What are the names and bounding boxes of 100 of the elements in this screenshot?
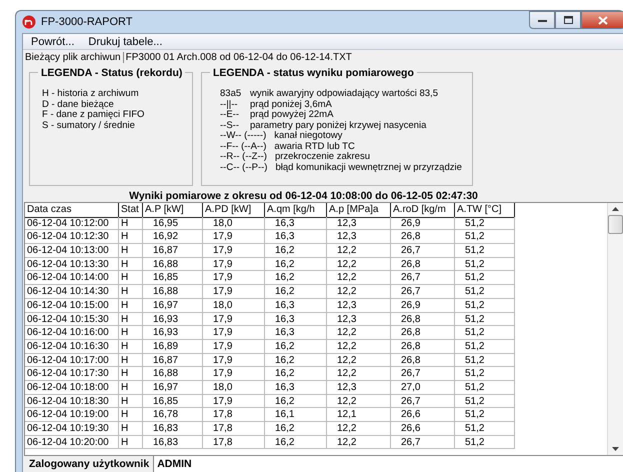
table-cell: 12,2 [327, 436, 391, 450]
close-button[interactable] [581, 11, 623, 29]
table-cell: 12,2 [327, 394, 391, 408]
table-cell: 51,2 [455, 298, 515, 312]
column-header[interactable]: Data czas [25, 203, 119, 218]
minimize-icon [538, 17, 546, 23]
table-cell: 26,7 [391, 394, 455, 408]
table-cell: 06-12-04 10:16:00 [25, 326, 119, 340]
legend-code: --C-- (--P--) [220, 162, 268, 173]
legend-code: --||-- [220, 100, 239, 110]
menu-item[interactable]: Drukuj tabele... [88, 36, 162, 48]
column-header[interactable]: A.p [MPa]a [327, 203, 391, 218]
table-cell: 16,3 [265, 380, 327, 395]
table-cell: 51,2 [455, 258, 515, 272]
table-cell: 51,2 [455, 326, 515, 340]
status-label: Zalogowany użytkownik [28, 458, 150, 470]
legend-description: prąd powyżej 22mA [250, 110, 334, 120]
maximize-icon [564, 16, 572, 24]
legend-description: przekroczenie zakresu [274, 152, 370, 162]
table-cell: 16,2 [265, 340, 327, 354]
table-cell: H [119, 422, 143, 436]
table-cell: 16,3 [265, 230, 327, 244]
column-header[interactable]: A.P [kW] [143, 203, 203, 218]
table-cell: 18,0 [203, 380, 265, 395]
table-cell: 26,8 [391, 354, 455, 368]
table-cell: 06-12-04 10:15:00 [25, 298, 119, 312]
close-icon [598, 16, 608, 24]
table-cell: 16,3 [265, 298, 327, 312]
legend-description: awaria RTD lub TC [274, 142, 355, 152]
window-title: FP-3000-RAPORT [41, 16, 132, 28]
table-cell: 17,9 [203, 354, 265, 368]
table-cell: 06-12-04 10:13:00 [25, 244, 119, 258]
vertical-scrollbar[interactable] [607, 203, 623, 455]
table-cell: 17,9 [203, 394, 265, 408]
table-cell: 16,2 [265, 422, 327, 436]
table-cell: 26,8 [391, 258, 455, 272]
table-cell: 16,85 [143, 271, 203, 286]
table-cell: 12,1 [327, 408, 391, 422]
table-cell: 06-12-04 10:14:00 [25, 271, 119, 286]
table-cell: 16,3 [265, 312, 327, 326]
table-cell: 51,2 [455, 436, 515, 450]
table-cell: 06-12-04 10:17:30 [25, 367, 119, 381]
table-cell: 16,83 [143, 436, 203, 450]
table-cell: 51,2 [455, 367, 515, 381]
table-cell: 16,89 [143, 340, 203, 354]
table-cell: 12,2 [327, 244, 391, 258]
table-cell: 51,2 [455, 354, 515, 368]
table-cell: 17,9 [203, 258, 265, 272]
table-cell: 06-12-04 10:13:30 [25, 258, 119, 272]
column-header[interactable]: Stat [119, 203, 143, 218]
table-cell: H [119, 326, 143, 340]
table-cell: 12,2 [327, 326, 391, 340]
table-cell: 51,2 [455, 230, 515, 244]
table-cell: 16,2 [265, 285, 327, 299]
table-cell: 12,2 [327, 285, 391, 299]
table-cell: 26,8 [391, 326, 455, 340]
legend-code: --S-- [220, 120, 240, 131]
legend-item: H - historia z archiwum [42, 89, 140, 100]
table-cell: 12,2 [327, 258, 391, 272]
table-cell: 12,2 [327, 340, 391, 354]
table-cell: 51,2 [455, 408, 515, 422]
table-cell: 16,88 [143, 285, 203, 299]
table-cell: 17,9 [203, 340, 265, 354]
table-cell: 06-12-04 10:16:30 [25, 340, 119, 354]
maximize-button[interactable] [555, 11, 581, 29]
table-cell: H [119, 271, 143, 286]
legend-title: LEGENDA - Status (rekordu) [38, 67, 186, 79]
table-cell: 26,9 [391, 298, 455, 312]
scroll-up-icon[interactable] [612, 207, 619, 211]
table-cell: 17,9 [203, 326, 265, 340]
scroll-down-icon[interactable] [612, 447, 619, 451]
table-cell: 06-12-04 10:19:00 [25, 408, 119, 422]
legend-code: --F-- (--A--) [220, 142, 266, 152]
menu-item[interactable]: Powrót... [31, 36, 74, 48]
table-cell: 51,2 [455, 271, 515, 286]
table-cell: 16,2 [265, 244, 327, 258]
table-cell: H [119, 216, 143, 230]
table-cell: 12,3 [327, 312, 391, 326]
column-header[interactable]: A.roD [kg/m [391, 203, 455, 218]
table-cell: 06-12-04 10:12:30 [25, 230, 119, 244]
scrollbar-thumb[interactable] [608, 215, 623, 234]
legend-code: --E-- [220, 110, 240, 120]
table-cell: 51,2 [455, 340, 515, 354]
table-cell: 06-12-04 10:20:00 [25, 436, 119, 450]
table-cell: H [119, 298, 143, 312]
table-cell: 16,2 [265, 271, 327, 286]
minimize-button[interactable] [529, 11, 555, 29]
table-cell: 51,2 [455, 422, 515, 436]
table-cell: 17,9 [203, 367, 265, 381]
column-header[interactable]: A.TW [°C] [455, 203, 515, 218]
column-header[interactable]: A.PD [kW] [203, 203, 265, 218]
table-cell: 26,8 [391, 230, 455, 244]
table-cell: H [119, 285, 143, 299]
table-cell: 17,9 [203, 230, 265, 244]
table-cell: 16,88 [143, 367, 203, 381]
column-header[interactable]: A.qm [kg/h [265, 203, 327, 218]
table-cell: H [119, 312, 143, 326]
table-cell: 06-12-04 10:14:30 [25, 285, 119, 299]
table-cell: 17,8 [203, 408, 265, 422]
table-cell: 16,2 [265, 436, 327, 450]
